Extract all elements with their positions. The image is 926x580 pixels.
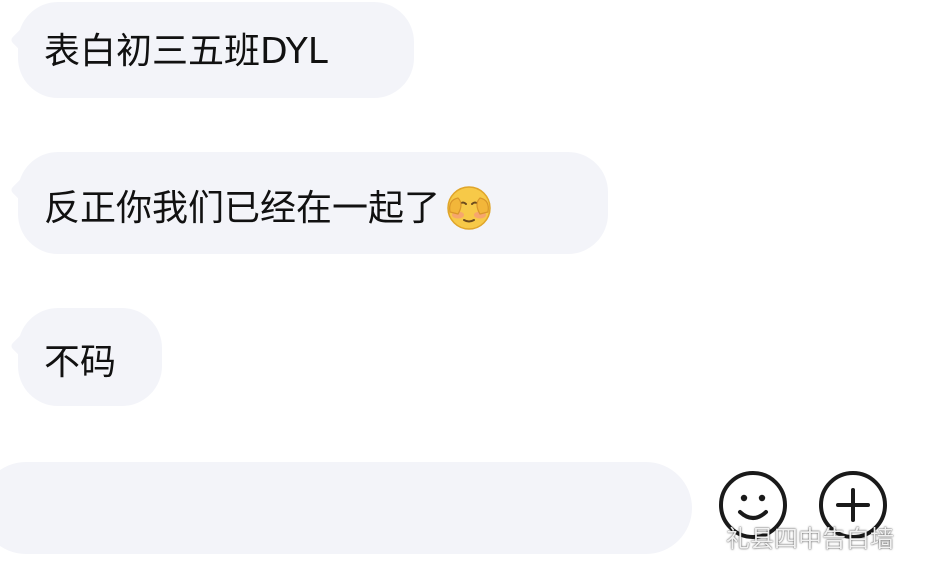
bubble-tail bbox=[9, 175, 39, 205]
message-text-row: 反正你我们已经在一起了 bbox=[44, 186, 494, 232]
message-bubble[interactable]: 表白初三五班DYL bbox=[9, 2, 414, 98]
bubble-tail bbox=[9, 25, 39, 55]
message-text: 不码 bbox=[44, 342, 117, 383]
wechat-icon bbox=[691, 525, 719, 549]
watermark-text: 礼县四中告白墙 bbox=[726, 524, 894, 553]
shy-face-emoji-icon bbox=[447, 186, 491, 230]
message-text: 反正你我们已经在一起了 bbox=[44, 188, 441, 229]
message-bubble[interactable]: 不码 bbox=[9, 308, 162, 406]
message-input[interactable] bbox=[0, 462, 692, 554]
bubble-tail bbox=[9, 331, 39, 361]
message-bubble[interactable]: 反正你我们已经在一起了 bbox=[9, 152, 608, 254]
message-text: 表白初三五班DYL bbox=[44, 31, 328, 72]
watermark: 礼县四中告白墙 bbox=[690, 518, 894, 554]
